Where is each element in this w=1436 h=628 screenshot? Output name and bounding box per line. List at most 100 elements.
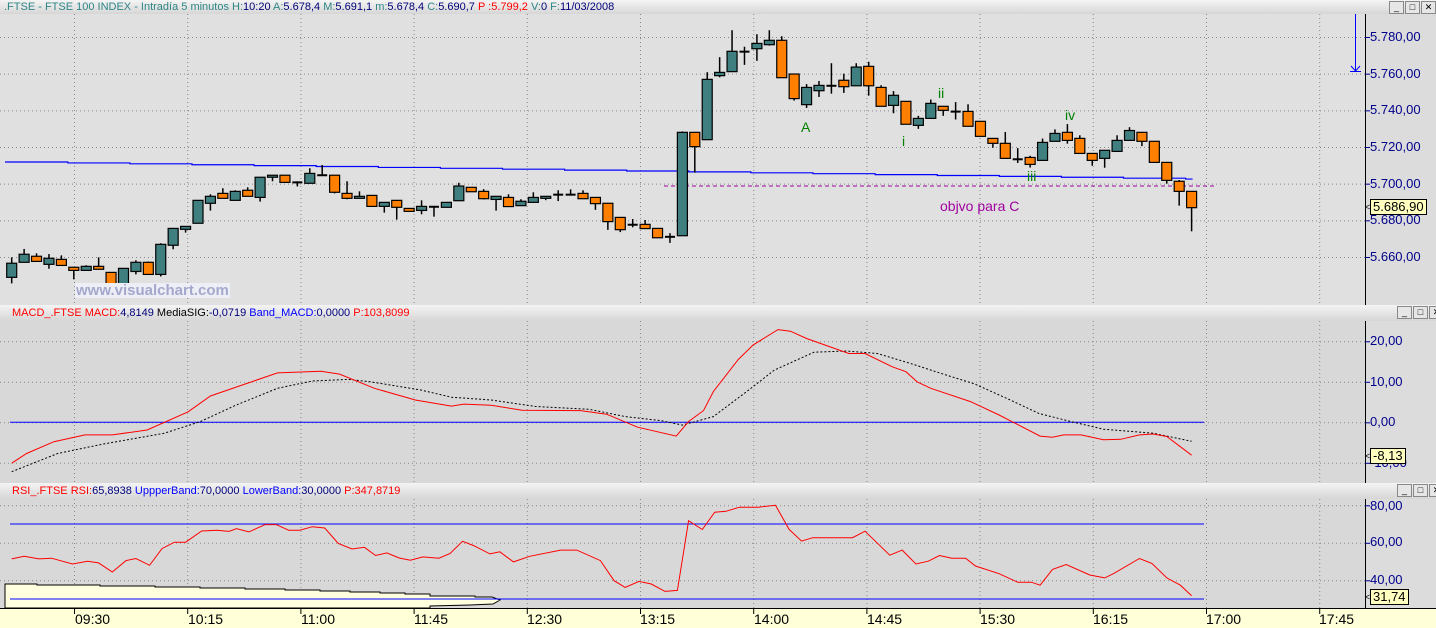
maximize-button[interactable]: □ — [1413, 306, 1428, 319]
macd-panel-titlebar[interactable]: MACD_.FTSE MACD:4,8149 MediaSIG:-0,0719 … — [0, 305, 1436, 321]
rsi-panel-titlebar[interactable]: RSI_.FTSE RSI:65,8938 UppperBand:70,0000… — [0, 483, 1436, 499]
m-value: 5.691,1 — [335, 1, 373, 13]
candle-body — [589, 196, 602, 205]
candle-body — [502, 196, 515, 208]
minimize-button[interactable]: _ — [1397, 484, 1412, 497]
v-label: V: — [530, 1, 541, 13]
candle-body — [1074, 137, 1086, 155]
macd-label: MACD: — [84, 307, 121, 319]
candle-body — [763, 39, 775, 46]
a-label: A: — [273, 1, 284, 13]
c-label: C: — [427, 1, 439, 13]
rsi-tick: 40,00 — [1370, 572, 1403, 587]
candle-body — [776, 39, 788, 79]
p-value: 5.799,2 — [491, 1, 528, 13]
candle-body — [887, 94, 900, 106]
candle-body — [1148, 140, 1160, 163]
candle-body — [490, 195, 502, 201]
time-tick: 14:00 — [754, 611, 790, 627]
macd-tick: 0,00 — [1370, 414, 1396, 429]
maximize-button[interactable]: □ — [1405, 1, 1420, 14]
c-value: 5.690,7 — [438, 1, 475, 13]
f-label: F: — [550, 1, 560, 13]
candle-body — [602, 202, 614, 223]
candle-body — [167, 227, 179, 246]
candle-body — [55, 258, 67, 267]
candle-body — [391, 199, 403, 208]
candle-body — [788, 73, 800, 100]
rsi-label: RSI: — [70, 485, 93, 497]
candle-body — [726, 50, 738, 73]
candle-body — [179, 225, 192, 230]
candle-body — [689, 131, 701, 148]
candle-body — [875, 86, 887, 107]
candle-body — [1136, 131, 1148, 142]
macd-p-label: P: — [353, 307, 364, 319]
candle-body — [254, 176, 266, 199]
minimize-button[interactable]: _ — [1397, 306, 1412, 319]
candle-body — [329, 174, 341, 193]
close-button[interactable]: ✕ — [1421, 1, 1436, 14]
candle-body — [527, 196, 539, 203]
time-tick: 12:30 — [527, 611, 563, 627]
candle-body — [130, 261, 142, 273]
price-panel-titlebar[interactable]: .FTSE - FTSE 100 INDEX - Intradía 5 minu… — [0, 0, 1436, 14]
candle-body — [838, 79, 850, 88]
candle-body — [962, 110, 974, 127]
macd-p-value: 103,8099 — [363, 307, 410, 319]
candle-body — [478, 190, 490, 200]
candle-body — [540, 195, 552, 199]
target-label: objvo para C — [940, 198, 1020, 214]
candle-body — [366, 194, 378, 207]
candle-body — [155, 243, 167, 276]
price-window-buttons: _ □ ✕ — [1389, 1, 1436, 14]
candle-body — [651, 227, 664, 239]
candle-body — [1111, 139, 1123, 152]
macd-tick: 20,00 — [1370, 333, 1403, 348]
h-value: 10:20 — [243, 1, 271, 13]
candle-body — [714, 71, 726, 77]
candle-body — [1185, 190, 1198, 209]
maximize-button[interactable]: □ — [1413, 484, 1428, 497]
close-button[interactable]: ✕ — [1429, 484, 1436, 497]
candle-body — [1173, 180, 1185, 192]
candle-body — [279, 174, 291, 183]
candle-body — [676, 131, 688, 237]
rsi-p-value: 347,8719 — [354, 485, 401, 497]
close-button[interactable]: ✕ — [1429, 306, 1436, 319]
candle-body — [403, 207, 415, 212]
signal-value: -0,0719 — [208, 307, 247, 319]
last-rsi-flag: 31,74 — [1370, 589, 1409, 605]
rsi-tick: 60,00 — [1370, 534, 1403, 549]
minimize-button[interactable]: _ — [1389, 1, 1404, 14]
candle-body — [242, 189, 254, 197]
candle-body — [30, 255, 43, 262]
candle-body — [378, 201, 390, 207]
candle-body — [1049, 132, 1061, 142]
lower-band-value: 30,0000 — [301, 485, 342, 497]
p-label: P : — [477, 1, 492, 13]
candle-body — [987, 137, 999, 144]
candle-body — [900, 100, 912, 125]
time-tick: 10:15 — [188, 611, 224, 627]
candle-body — [999, 142, 1011, 159]
wave-label-ii: ii — [938, 85, 945, 101]
candle-body — [701, 78, 713, 141]
candle-body — [93, 265, 105, 270]
candle-body — [1024, 156, 1036, 166]
candle-body — [800, 86, 813, 106]
price-tick: 5.700,00 — [1370, 176, 1421, 191]
candle-body — [639, 223, 651, 230]
rsi-value: 65,8938 — [92, 485, 132, 497]
candle-body — [577, 192, 589, 200]
candle-body — [974, 120, 987, 137]
f-value: 11/03/2008 — [559, 1, 615, 13]
watermark: www.visualchart.com — [75, 282, 230, 299]
min-value: 5.678,4 — [387, 1, 425, 13]
band-label: Band_MACD: — [249, 307, 317, 319]
candle-body — [217, 192, 229, 199]
symbol-title: .FTSE - FTSE 100 INDEX - Intradía 5 minu… — [4, 1, 229, 13]
candle-body — [229, 190, 241, 201]
candle-body — [440, 201, 452, 208]
time-tick: 14:45 — [867, 611, 903, 627]
